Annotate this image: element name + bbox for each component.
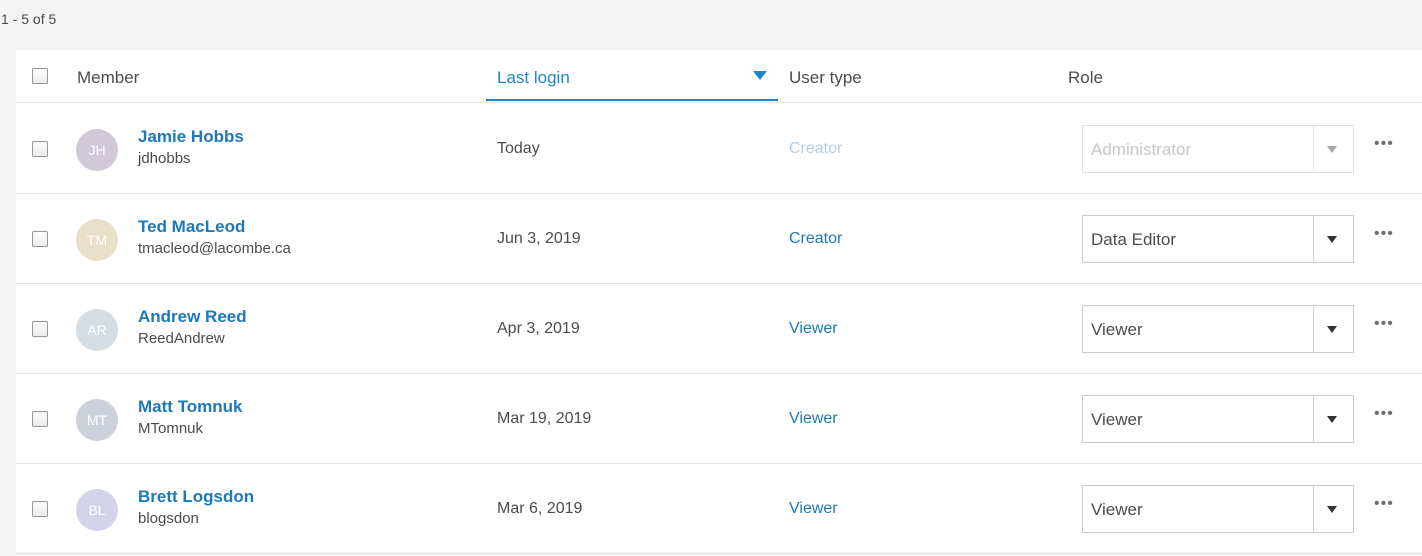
column-header-user-type[interactable]: User type: [789, 68, 862, 88]
more-options-icon[interactable]: •••: [1374, 136, 1394, 152]
last-login-value: Jun 3, 2019: [497, 230, 581, 247]
member-username: blogsdon: [138, 510, 199, 527]
table-row: BL Brett Logsdon blogsdon Mar 6, 2019 Viewer…: [16, 463, 1422, 554]
avatar[interactable]: TM: [76, 219, 118, 261]
role-select-value: Viewer: [1091, 320, 1143, 339]
more-options-icon[interactable]: •••: [1374, 496, 1394, 512]
member-name-link[interactable]: Andrew Reed: [138, 307, 247, 327]
member-name-link[interactable]: Brett Logsdon: [138, 487, 254, 507]
last-login-value: Today: [497, 140, 540, 157]
table-header: Member Last login User type Role: [16, 50, 1422, 103]
role-select-divider: [1313, 486, 1314, 532]
role-select-divider: [1313, 126, 1314, 172]
role-select-divider: [1313, 396, 1314, 442]
member-name-link[interactable]: Matt Tomnuk: [138, 397, 243, 417]
chevron-down-icon: [1327, 146, 1337, 153]
member-username: tmacleod@lacombe.ca: [138, 240, 291, 257]
member-name-link[interactable]: Ted MacLeod: [138, 217, 245, 237]
last-login-value: Mar 19, 2019: [497, 410, 592, 427]
avatar[interactable]: MT: [76, 399, 118, 441]
more-options-icon[interactable]: •••: [1374, 316, 1394, 332]
row-select-checkbox[interactable]: [32, 411, 48, 427]
avatar[interactable]: BL: [76, 489, 118, 531]
last-login-value: Mar 6, 2019: [497, 500, 583, 517]
chevron-down-icon: [1327, 326, 1337, 333]
column-header-last-login[interactable]: Last login: [497, 68, 570, 88]
member-name-link[interactable]: Jamie Hobbs: [138, 127, 244, 147]
more-options-icon[interactable]: •••: [1374, 226, 1394, 242]
column-header-role[interactable]: Role: [1068, 68, 1103, 88]
role-select-divider: [1313, 216, 1314, 262]
user-type-link[interactable]: Viewer: [789, 320, 838, 338]
member-username: ReedAndrew: [138, 330, 225, 347]
role-select[interactable]: Viewer: [1082, 395, 1354, 443]
user-type-link[interactable]: Creator: [789, 230, 842, 248]
role-select[interactable]: Viewer: [1082, 305, 1354, 353]
row-select-checkbox[interactable]: [32, 141, 48, 157]
members-table: Member Last login User type Role JH Jamie…: [16, 50, 1422, 554]
avatar[interactable]: JH: [76, 129, 118, 171]
role-select-value: Administrator: [1091, 140, 1192, 159]
role-select[interactable]: Data Editor: [1082, 215, 1354, 263]
role-select-value: Data Editor: [1091, 230, 1177, 249]
table-row: TM Ted MacLeod tmacleod@lacombe.ca Jun 3, 2…: [16, 193, 1422, 284]
chevron-down-icon: [1327, 236, 1337, 243]
row-select-checkbox[interactable]: [32, 501, 48, 517]
more-options-icon[interactable]: •••: [1374, 406, 1394, 422]
table-row: AR Andrew Reed ReedAndrew Apr 3, 2019 Viewer…: [16, 283, 1422, 374]
row-select-checkbox[interactable]: [32, 321, 48, 337]
table-row: JH Jamie Hobbs jdhobbs Today Creator Administ…: [16, 103, 1422, 194]
column-header-member[interactable]: Member: [77, 68, 139, 88]
table-row: MT Matt Tomnuk MTomnuk Mar 19, 2019 Viewer Vi…: [16, 373, 1422, 464]
member-username: MTomnuk: [138, 420, 204, 437]
last-login-value: Apr 3, 2019: [497, 320, 580, 337]
sort-indicator-underline: [486, 99, 778, 101]
row-select-checkbox[interactable]: [32, 231, 48, 247]
user-type-link[interactable]: Viewer: [789, 410, 838, 428]
member-username: jdhobbs: [138, 150, 191, 167]
user-type-link[interactable]: Viewer: [789, 500, 838, 518]
chevron-down-icon: [1327, 506, 1337, 513]
role-select-divider: [1313, 306, 1314, 352]
role-select-value: Viewer: [1091, 500, 1143, 519]
role-select-value: Viewer: [1091, 410, 1143, 429]
avatar[interactable]: AR: [76, 309, 118, 351]
sort-descending-icon[interactable]: [753, 71, 767, 80]
select-all-checkbox[interactable]: [32, 68, 48, 84]
role-select: Administrator: [1082, 125, 1354, 173]
results-count: 1 - 5 of 5: [1, 11, 57, 27]
role-select[interactable]: Viewer: [1082, 485, 1354, 533]
chevron-down-icon: [1327, 416, 1337, 423]
user-type-link: Creator: [789, 140, 843, 157]
